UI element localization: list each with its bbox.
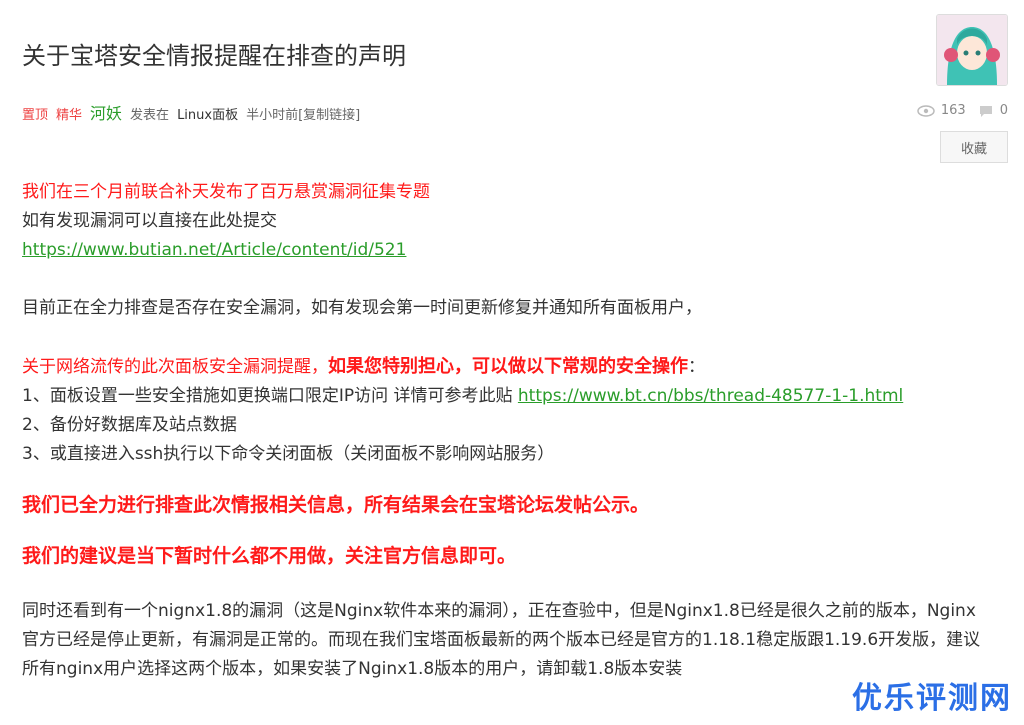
- post-meta: 置顶 精华 河妖 发表在 Linux面板 半小时前 [复制链接]: [22, 100, 360, 124]
- author-avatar[interactable]: [936, 14, 1008, 86]
- advice-bold: 我们的建议是当下暂时什么都不用做，关注官方信息即可。: [22, 545, 517, 567]
- investigation-paragraph: 目前正在全力排查是否存在安全漏洞，如有发现会第一时间更新修复并通知所有面板用户，: [22, 298, 702, 318]
- nginx-paragraph: 同时还看到有一个nignx1.8的漏洞（这是Nginx软件本来的漏洞），正在查验…: [22, 601, 981, 679]
- bounty-notice: 我们在三个月前联合补天发布了百万悬赏漏洞征集专题: [22, 182, 430, 202]
- eye-icon: [917, 104, 935, 117]
- comment-icon: [979, 105, 992, 117]
- submit-notice: 如有发现漏洞可以直接在此处提交: [22, 211, 277, 231]
- safety-item-1: 1、面板设置一些安全措施如更换端口限定IP访问 详情可参考此贴 https://…: [22, 382, 1002, 411]
- board-link[interactable]: Linux面板: [177, 104, 238, 123]
- bt-thread-link[interactable]: https://www.bt.cn/bbs/thread-48577-1-1.h…: [518, 386, 903, 406]
- collect-button[interactable]: 收藏: [940, 131, 1008, 163]
- butian-link[interactable]: https://www.butian.net/Article/content/i…: [22, 240, 406, 260]
- tag-digest[interactable]: 精华: [56, 104, 82, 123]
- author-name[interactable]: 河妖: [90, 100, 122, 124]
- safety-item-2: 2、备份好数据库及站点数据: [22, 415, 237, 435]
- safety-heading-bold: 如果您特别担心，可以做以下常规的安全操作: [328, 356, 688, 377]
- view-count: 163: [940, 103, 966, 118]
- post-title: 关于宝塔安全情报提醒在排查的声明: [22, 42, 406, 70]
- safety-heading: 关于网络流传的此次面板安全漏洞提醒，如果您特别担心，可以做以下常规的安全操作：: [22, 352, 1002, 382]
- copy-link-button[interactable]: [复制链接]: [298, 104, 360, 123]
- posted-in-label: 发表在: [130, 108, 170, 123]
- safety-item-1-text: 1、面板设置一些安全措施如更换端口限定IP访问 详情可参考此贴: [22, 386, 518, 406]
- comment-count: 0: [999, 103, 1008, 118]
- post-stats: 163 0: [917, 103, 1008, 118]
- site-watermark: 优乐评测网: [852, 681, 1012, 716]
- tag-pinned[interactable]: 置顶: [22, 104, 48, 123]
- avatar-image-icon: [937, 15, 1007, 85]
- post-content: 我们在三个月前联合补天发布了百万悬赏漏洞征集专题 如有发现漏洞可以直接在此处提交…: [22, 178, 1002, 684]
- post-time: 半小时前: [246, 108, 299, 123]
- safety-heading-colon: ：: [688, 357, 705, 377]
- investigation-bold: 我们已全力进行排查此次情报相关信息，所有结果会在宝塔论坛发帖公示。: [22, 494, 650, 516]
- safety-item-3: 3、或直接进入ssh执行以下命令关闭面板（关闭面板不影响网站服务）: [22, 444, 555, 464]
- safety-heading-red: 关于网络流传的此次面板安全漏洞提醒，: [22, 357, 328, 377]
